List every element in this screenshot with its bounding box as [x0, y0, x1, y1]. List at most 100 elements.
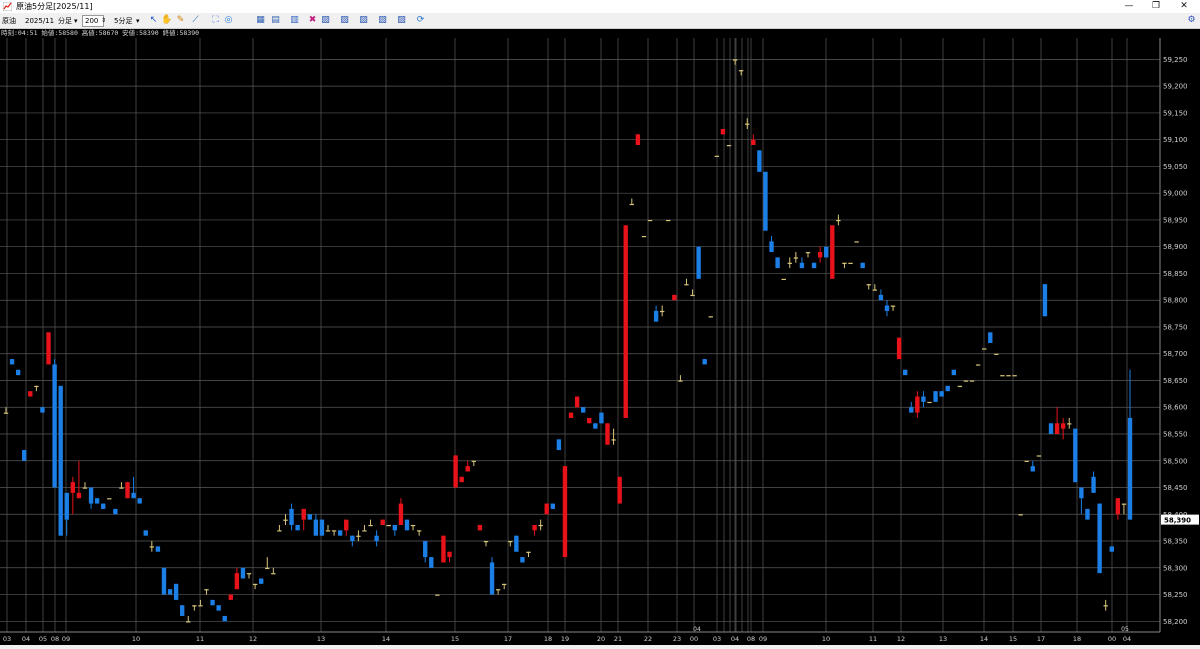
candle-body: [708, 316, 713, 318]
chart-area[interactable]: 59,250 59,200 59,150 59,100 59,050 59,000 58,9…: [0, 29, 1200, 645]
hand-icon[interactable]: ✋: [161, 15, 172, 26]
candle-body: [526, 551, 531, 553]
candle-body: [556, 439, 562, 451]
candle-body: [356, 535, 361, 537]
candle-body: [629, 203, 634, 206]
candle-body: [830, 225, 835, 279]
candle-body: [848, 262, 853, 264]
chevron-down-icon[interactable]: ▾: [74, 15, 78, 27]
candlestick-chart[interactable]: 59,250 59,200 59,150 59,100 59,050 59,000 58,9…: [0, 29, 1200, 645]
candle-body: [9, 359, 15, 365]
candle-body: [1060, 423, 1066, 429]
x-tick-label: 04: [731, 635, 739, 643]
candle-body: [781, 278, 786, 281]
candle-body: [1048, 423, 1054, 434]
candle-body: [410, 524, 416, 527]
last-price-label: 58,390: [1164, 517, 1191, 525]
candle-body: [508, 541, 513, 543]
x-tick-label: 04: [1123, 635, 1131, 643]
close-button[interactable]: ✕: [1171, 0, 1197, 13]
chart-type-icon-4[interactable]: ▨: [377, 15, 388, 26]
candle-body: [283, 519, 288, 521]
x-tick-label: 03: [713, 635, 721, 643]
fullscreen-icon[interactable]: ⛶: [210, 15, 221, 26]
x-tick-label: 13: [317, 635, 325, 643]
candle-body: [483, 541, 489, 543]
candle-body: [1030, 466, 1035, 472]
chart-type-icon-5[interactable]: ▨: [396, 15, 407, 26]
candle-body: [957, 385, 963, 388]
timeframe-chevron-down-icon[interactable]: ▾: [136, 15, 140, 27]
candle-body: [3, 412, 9, 414]
candle-body: [337, 530, 343, 536]
chart-type-icon-1[interactable]: ▨: [320, 15, 331, 26]
y-tick-label: 58,550: [1163, 431, 1188, 439]
stepper-icon[interactable]: ⇕: [101, 15, 106, 27]
cursor-icon[interactable]: ↖: [148, 15, 159, 26]
candle-body: [909, 407, 914, 413]
candle-body: [1024, 460, 1029, 462]
candle-body: [1109, 546, 1114, 552]
candle-body: [137, 498, 142, 504]
y-tick-label: 58,300: [1163, 564, 1188, 572]
grid-icon[interactable]: ▦: [255, 15, 266, 26]
candle-body: [696, 246, 701, 279]
chart-background: [0, 29, 1200, 645]
candle-body: [423, 541, 428, 558]
candle-body: [94, 498, 100, 504]
candle-body: [872, 289, 878, 291]
timeframe-select[interactable]: 5分足: [114, 15, 132, 27]
candle-body: [787, 262, 792, 264]
candle-body: [599, 412, 604, 424]
delete-icon[interactable]: ✖: [307, 15, 318, 26]
candle-body: [878, 294, 884, 301]
x-tick-label: 20: [597, 635, 605, 643]
indicator-icon[interactable]: ▥: [289, 15, 300, 26]
candle-body: [514, 535, 519, 552]
pencil-icon[interactable]: ✎: [175, 15, 186, 26]
candle-body: [125, 482, 130, 499]
candle-body: [149, 546, 155, 548]
period-unit-select[interactable]: 分足: [58, 15, 72, 27]
y-tick-label: 58,450: [1163, 484, 1188, 492]
settings-icon[interactable]: ⚙: [1186, 15, 1197, 26]
chart-type-icon-2[interactable]: ▨: [339, 15, 350, 26]
y-tick-label: 58,700: [1163, 350, 1188, 358]
candle-body: [313, 519, 319, 536]
candle-body: [884, 305, 890, 311]
candle-body: [46, 332, 51, 365]
candle-body: [1115, 498, 1121, 515]
candle-body: [1067, 423, 1072, 425]
y-tick-label: 58,950: [1163, 216, 1188, 224]
candle-body: [64, 492, 69, 520]
x-tick-label: 17: [1037, 635, 1045, 643]
candle-body: [459, 476, 464, 483]
candle-body: [416, 530, 422, 532]
candle-body: [404, 519, 410, 531]
candle-body: [1018, 514, 1023, 516]
candle-body: [289, 508, 294, 525]
x-tick-label: 04: [22, 635, 30, 643]
chart-type-icon-3[interactable]: ▨: [358, 15, 369, 26]
candle-body: [301, 508, 306, 520]
contract-label[interactable]: 2025/11: [25, 15, 54, 27]
candle-body: [915, 396, 920, 413]
line-tool-icon[interactable]: ⟋: [190, 15, 201, 26]
candle-body: [538, 524, 543, 527]
table-icon[interactable]: ▤: [270, 15, 281, 26]
maximize-button[interactable]: ❐: [1143, 0, 1169, 13]
x-tick-label: 08: [747, 635, 755, 643]
candle-body: [22, 450, 27, 461]
candle-body: [653, 310, 659, 322]
candle-body: [216, 605, 221, 611]
candle-body: [1103, 605, 1108, 607]
sync-icon[interactable]: ⟳: [415, 15, 426, 26]
minimize-button[interactable]: —: [1116, 0, 1142, 13]
candle-body: [143, 530, 148, 536]
candle-body: [593, 423, 598, 429]
candle-body: [82, 487, 88, 489]
refresh-icon[interactable]: ◎: [223, 15, 234, 26]
x-tick-label: 17: [504, 635, 512, 643]
candle-body: [88, 487, 94, 504]
candle-body: [532, 524, 537, 531]
